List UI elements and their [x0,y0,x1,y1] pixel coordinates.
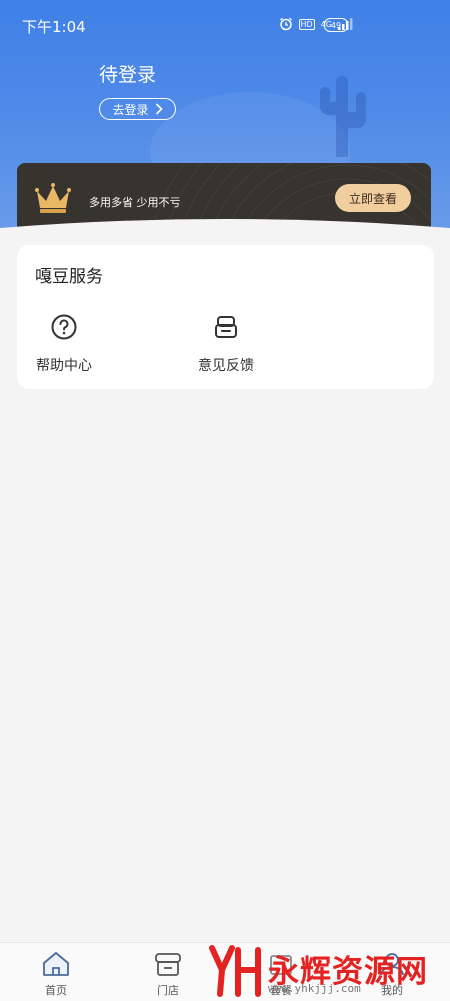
feedback-item[interactable]: 意见反馈 [195,313,257,375]
store-icon [155,953,181,976]
view-now-button[interactable]: 立即查看 [335,184,411,212]
help-center-item[interactable]: 帮助中心 [33,313,95,375]
tab-store[interactable]: 门店 [138,951,198,998]
tab-home[interactable]: 首页 [26,951,86,998]
watermark: 永辉资源网 www.yhkjjj.com [206,942,450,1000]
chevron-right-icon [155,103,163,115]
watermark-url: www.yhkjjj.com [268,982,361,995]
vip-slogan: 多用多省 少用不亏 [89,196,181,209]
tab-store-label: 门店 [157,984,179,997]
status-time: 下午1:04 [22,18,86,36]
help-center-label: 帮助中心 [36,358,92,374]
battery-indicator: 49 [324,18,348,32]
services-title: 嘎豆服务 [35,267,103,287]
services-card: 嘎豆服务 帮助中心 意见反馈 [17,245,434,389]
feedback-icon [215,316,237,338]
login-status-title: 待登录 [99,64,157,86]
tab-home-label: 首页 [45,984,67,997]
alarm-icon [279,17,292,31]
login-button[interactable]: 去登录 [99,98,176,120]
help-circle-icon [51,314,77,340]
home-icon [43,952,69,976]
feedback-label: 意见反馈 [198,358,254,374]
watermark-logo [209,945,261,997]
cactus-illustration [320,76,366,157]
crown-icon [35,183,71,213]
hd-badge: HD [298,18,315,30]
login-button-label: 去登录 [112,102,149,117]
